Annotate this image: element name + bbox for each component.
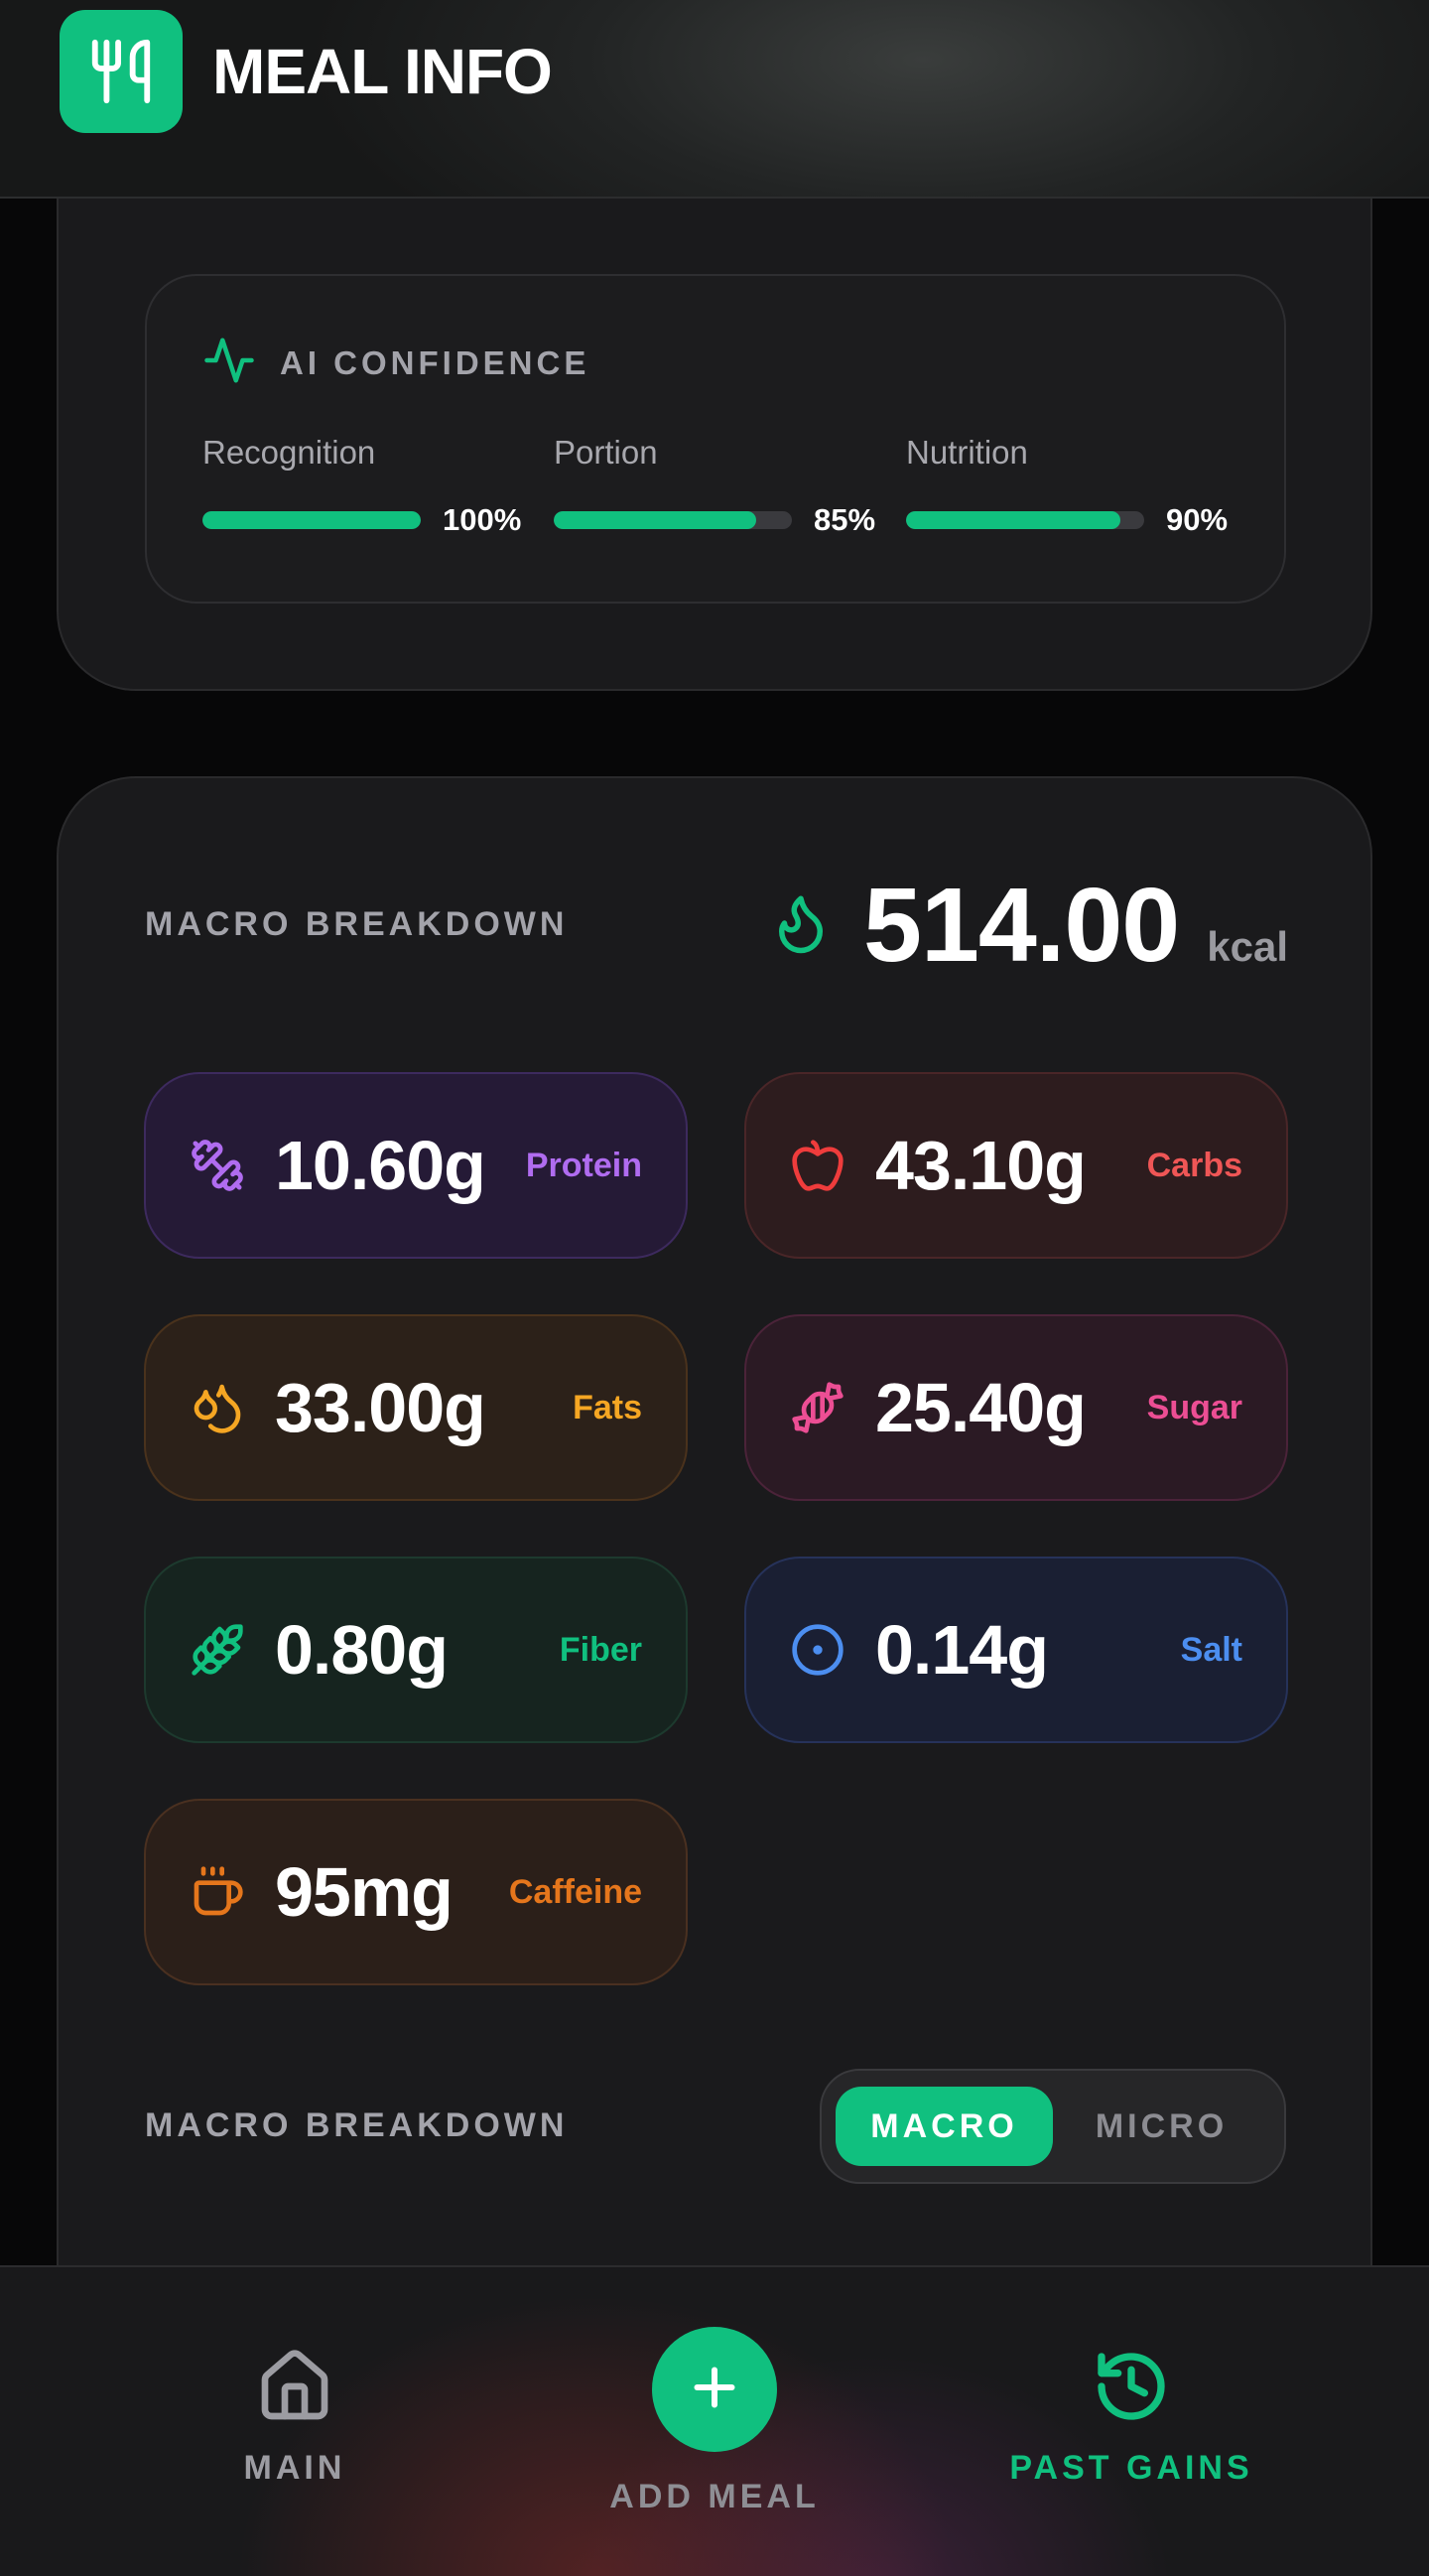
confidence-value: 85% [814,502,876,537]
history-icon [1092,2347,1171,2431]
confidence-bar [202,511,421,529]
droplets-icon [190,1380,245,1435]
confidence-portion: Portion 85% [554,433,881,538]
app-header: MEAL INFO [0,0,1429,199]
confidence-label: Recognition [202,434,376,471]
confidence-bar-fill [202,511,421,529]
nutrient-label: Fats [573,1388,642,1426]
nutrient-value: 0.80g [275,1611,449,1689]
nutrient-tile-carbs[interactable]: 43.10g Carbs [744,1072,1288,1259]
nav-past-gains-label: PAST GAINS [1009,2449,1253,2487]
nutrient-tile-fats[interactable]: 33.00g Fats [144,1314,688,1501]
dumbbell-icon [190,1138,245,1193]
macro-breakdown-title: MACRO BREAKDOWN [145,905,569,943]
nutrient-label: Caffeine [508,1872,642,1911]
target-icon [790,1622,845,1678]
nutrient-value: 43.10g [875,1127,1087,1204]
nutrient-label: Salt [1180,1630,1242,1669]
app: MEAL INFO AI CONFIDENCE Recognition 100% [0,0,1429,2576]
nav-add-meal[interactable]: ADD MEAL [566,2327,863,2516]
calories-value: 514.00 [863,867,1180,984]
confidence-bar [554,511,792,529]
calories-total: 514.00 kcal [768,866,1288,985]
flame-icon [768,883,834,968]
macro-micro-toggle: MACRO MICRO [820,2069,1286,2184]
confidence-bar-fill [906,511,1120,529]
calories-unit: kcal [1207,923,1288,970]
bottom-navigation: MAIN ADD MEAL PAST GAINS [0,2265,1429,2576]
add-meal-button[interactable] [652,2327,777,2452]
page-title: MEAL INFO [212,36,553,107]
nutrient-label: Sugar [1146,1388,1242,1426]
nutrient-value: 33.00g [275,1369,486,1446]
nutrient-value: 0.14g [875,1611,1049,1689]
macro-breakdown-subtitle: MACRO BREAKDOWN [145,2106,569,2144]
nutrient-value: 10.60g [275,1127,486,1204]
confidence-label: Nutrition [906,434,1028,471]
nutrient-tile-fiber[interactable]: 0.80g Fiber [144,1557,688,1743]
home-icon [255,2347,334,2431]
plus-icon [685,2358,744,2422]
nutrient-tile-caffeine[interactable]: 95mg Caffeine [144,1799,688,1985]
nav-main-label: MAIN [243,2449,346,2487]
wheat-icon [190,1622,245,1678]
confidence-value: 100% [443,502,522,537]
micro-toggle-button[interactable]: MICRO [1053,2087,1270,2166]
candy-icon [790,1380,845,1435]
ai-confidence-title: AI CONFIDENCE [280,343,590,381]
nutrient-value: 25.40g [875,1369,1087,1446]
coffee-icon [190,1864,245,1920]
ai-confidence-panel: AI CONFIDENCE Recognition 100% Portion 8… [145,274,1286,604]
nutrient-label: Carbs [1146,1146,1242,1184]
macro-breakdown-card: MACRO BREAKDOWN 514.00 kcal 10.60g Prote… [57,776,1372,2265]
confidence-recognition: Recognition 100% [202,433,530,538]
confidence-bar [906,511,1144,529]
nutrient-tile-salt[interactable]: 0.14g Salt [744,1557,1288,1743]
nav-add-meal-label: ADD MEAL [609,2478,820,2515]
activity-icon [202,334,256,392]
nutrient-label: Protein [525,1146,642,1184]
apple-icon [790,1138,845,1193]
nav-past-gains[interactable]: PAST GAINS [992,2347,1270,2488]
nutrient-value: 95mg [275,1853,454,1931]
nav-main[interactable]: MAIN [205,2347,384,2488]
confidence-value: 90% [1166,502,1229,537]
confidence-label: Portion [554,434,658,471]
utensils-logo-icon [60,10,183,133]
nutrient-tile-sugar[interactable]: 25.40g Sugar [744,1314,1288,1501]
nutrient-label: Fiber [559,1630,642,1669]
nutrient-tile-protein[interactable]: 10.60g Protein [144,1072,688,1259]
macro-toggle-button[interactable]: MACRO [836,2087,1053,2166]
ai-confidence-header: AI CONFIDENCE [202,334,589,392]
confidence-bar-fill [554,511,756,529]
confidence-nutrition: Nutrition 90% [906,433,1234,538]
ai-confidence-card: AI CONFIDENCE Recognition 100% Portion 8… [57,149,1372,691]
